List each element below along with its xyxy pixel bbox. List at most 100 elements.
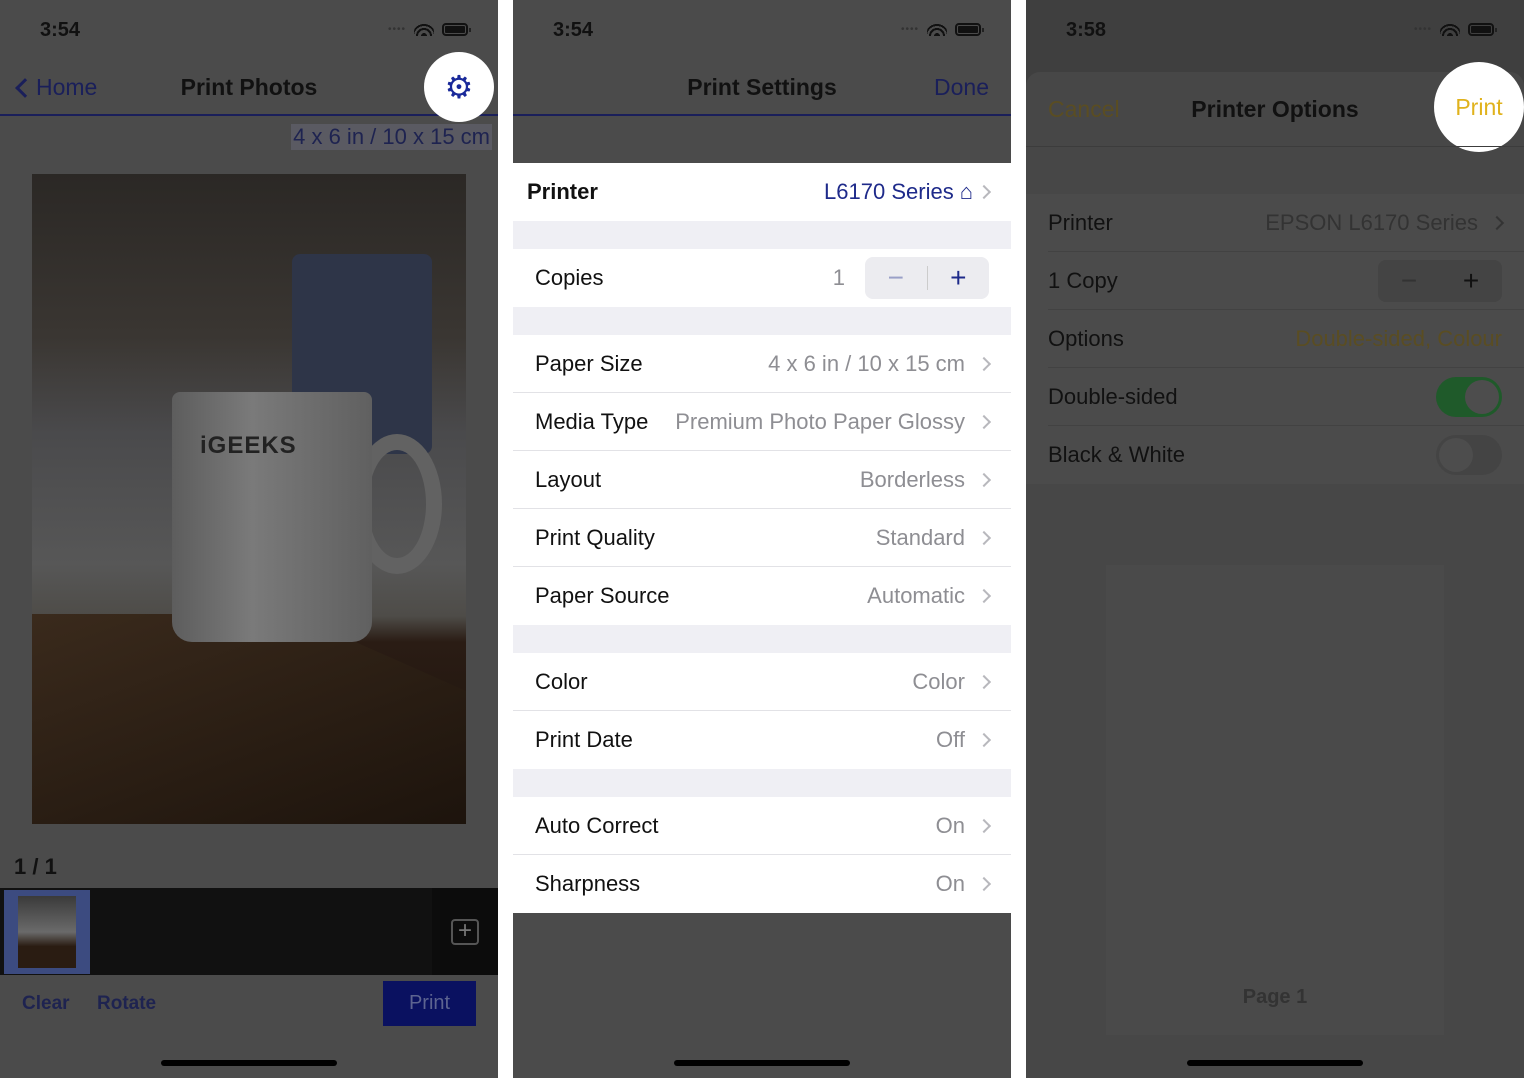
row-label: Color <box>535 668 588 694</box>
chevron-right-icon <box>976 818 992 833</box>
row-label: Layout <box>535 466 602 492</box>
photo-table <box>32 614 466 824</box>
copies-value: 1 <box>832 265 845 290</box>
setting-row-auto-correct[interactable]: Auto Correct On <box>513 797 1011 855</box>
plus-square-icon: + <box>451 918 479 945</box>
setting-row-media-type[interactable]: Media Type Premium Photo Paper Glossy <box>513 393 1011 451</box>
settings-button[interactable]: ⚙ <box>424 52 494 122</box>
battery-icon <box>1468 22 1497 36</box>
home-network-icon: ⌂ <box>959 179 973 204</box>
chevron-right-icon <box>976 184 992 200</box>
status-icons: •••• <box>1413 22 1497 36</box>
page-counter: 1 / 1 <box>14 854 57 879</box>
row-label: Black & White <box>1048 442 1185 467</box>
row-value: Automatic <box>867 583 965 608</box>
chevron-right-icon <box>1489 215 1505 230</box>
row-label: Paper Size <box>535 350 643 376</box>
status-time: 3:54 <box>40 19 81 41</box>
row-value: Premium Photo Paper Glossy <box>675 408 965 434</box>
setting-row-sharpness[interactable]: Sharpness On <box>513 855 1011 913</box>
increment-button[interactable]: + <box>928 262 990 294</box>
signal-icon: •••• <box>900 23 919 35</box>
home-indicator <box>674 1060 850 1066</box>
status-icons: •••• <box>900 22 984 36</box>
battery-icon <box>955 22 984 36</box>
photo-mug <box>172 392 372 642</box>
page-label: Page 1 <box>1242 986 1308 1008</box>
options-row[interactable]: Options Double-sided, Colour <box>1048 310 1524 368</box>
row-label: Auto Correct <box>535 812 659 838</box>
settings-table: Printer L6170 Series ⌂ Copies 1− + Paper Siz… <box>513 163 1011 913</box>
chevron-right-icon <box>976 472 992 487</box>
photo-thumbnail[interactable] <box>4 890 90 974</box>
row-value: Borderless <box>859 466 965 492</box>
home-indicator <box>161 1060 337 1066</box>
section-gap <box>513 769 1011 797</box>
signal-icon: •••• <box>1413 23 1432 35</box>
wifi-icon <box>927 22 947 36</box>
section-gap <box>513 625 1011 653</box>
copies-stepper[interactable]: − + <box>1378 259 1502 302</box>
increment-button[interactable]: + <box>1440 265 1502 297</box>
status-icons: •••• <box>387 22 471 36</box>
row-label: Printer <box>527 179 598 204</box>
mug-logo: iGEEKS <box>200 432 297 459</box>
chevron-right-icon <box>976 876 992 892</box>
chevron-right-icon <box>976 530 992 545</box>
row-label: Sharpness <box>535 871 641 896</box>
copies-row: Copies 1− + <box>513 249 1011 307</box>
row-value: L6170 Series <box>824 179 954 204</box>
setting-row-print-date[interactable]: Print Date Off <box>513 711 1011 769</box>
setting-row-paper-source[interactable]: Paper Source Automatic <box>513 567 1011 625</box>
print-button[interactable]: Print <box>1434 62 1524 152</box>
chevron-right-icon <box>976 414 992 429</box>
gear-icon: ⚙ <box>444 69 474 105</box>
print-button[interactable]: Print <box>383 981 476 1026</box>
print-photos-screen: 3:54 •••• Home Print Photos ⚙ 4 x 6 in /… <box>0 0 498 1078</box>
copies-stepper[interactable]: − + <box>865 257 989 299</box>
printer-options-sheet: Cancel Printer Options Print Printer EPSO… <box>1026 62 1524 1078</box>
row-label: Media Type <box>535 408 649 434</box>
status-time: 3:54 <box>553 19 594 41</box>
setting-row-layout[interactable]: Layout Borderless <box>513 451 1011 509</box>
row-label: Options <box>1048 325 1124 351</box>
add-photo-button[interactable]: + <box>432 888 498 975</box>
setting-row-color[interactable]: Color Color <box>513 653 1011 711</box>
printer-row[interactable]: Printer EPSON L6170 Series <box>1048 194 1524 252</box>
row-value: On <box>935 812 965 838</box>
printer-options-screen: 3:58 •••• Cancel Printer Options Print P… <box>1026 0 1524 1078</box>
row-label: Print Date <box>535 727 633 752</box>
row-label: Paper Source <box>535 583 670 608</box>
row-value: Standard <box>875 524 965 550</box>
signal-icon: •••• <box>387 23 406 35</box>
section-gap <box>513 221 1011 249</box>
wifi-icon <box>1440 22 1460 36</box>
row-label: Double-sided <box>1048 383 1178 409</box>
home-indicator <box>1187 1060 1363 1066</box>
chevron-right-icon <box>976 588 992 604</box>
row-label: Print Quality <box>535 524 655 550</box>
setting-row-paper-size[interactable]: Paper Size 4 x 6 in / 10 x 15 cm <box>513 335 1011 393</box>
black-white-toggle[interactable] <box>1436 435 1502 475</box>
photo-preview: iGEEKS <box>32 174 466 824</box>
setting-row-print-quality[interactable]: Print Quality Standard <box>513 509 1011 567</box>
done-button[interactable]: Done <box>934 74 989 101</box>
rotate-button[interactable]: Rotate <box>97 993 156 1015</box>
paper-size-label: 4 x 6 in / 10 x 15 cm <box>291 124 492 150</box>
row-value: Off <box>936 727 965 752</box>
chevron-right-icon <box>976 732 992 748</box>
clear-button[interactable]: Clear <box>22 993 70 1015</box>
wifi-icon <box>414 22 434 36</box>
decrement-button[interactable]: − <box>865 262 927 294</box>
row-value: Color <box>912 668 965 694</box>
printer-row[interactable]: Printer L6170 Series ⌂ <box>513 163 1011 221</box>
decrement-button[interactable]: − <box>1378 265 1440 297</box>
row-value: EPSON L6170 Series <box>1265 209 1478 235</box>
options-list: Printer EPSON L6170 Series 1 Copy − + Optio… <box>1026 194 1524 484</box>
thumbnail-strip: + <box>0 888 498 975</box>
battery-icon <box>442 22 471 36</box>
page-preview[interactable] <box>1106 565 1444 1035</box>
chevron-right-icon <box>976 674 992 689</box>
divider <box>1026 146 1524 147</box>
double-sided-toggle[interactable] <box>1436 376 1502 417</box>
